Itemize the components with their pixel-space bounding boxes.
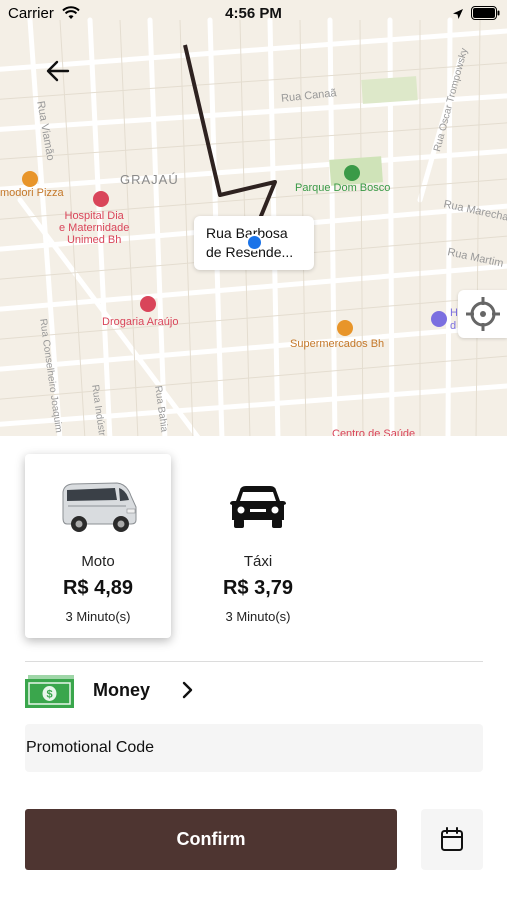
pharmacy-poi-icon: [140, 296, 156, 312]
back-button[interactable]: [40, 56, 76, 86]
restaurant-poi-icon: [22, 171, 38, 187]
map-label-drogaria: Drogaria Araújo: [102, 316, 179, 328]
payment-method-label: Money: [93, 680, 151, 700]
back-arrow-icon: [46, 60, 70, 82]
calendar-icon: [441, 827, 463, 851]
location-pin-icon: [246, 234, 263, 251]
cash-icon: $: [25, 674, 75, 713]
ride-option-moto[interactable]: Moto R$ 4,89 3 Minuto(s): [25, 454, 171, 638]
location-arrow-icon: [452, 7, 464, 25]
map-view[interactable]: Rua Canaã Rua Viamão Rua Oscar Trompowsk…: [0, 0, 507, 436]
map-label-grajau: GRAJAÚ: [120, 172, 179, 187]
map-label-centro: Centro de Saúde: [332, 428, 416, 436]
map-label-edge-d: d: [450, 320, 457, 332]
ride-options: Moto R$ 4,89 3 Minuto(s) Táxi R$ 3,79 3 …: [25, 454, 485, 638]
ride-price: R$ 4,89: [62, 577, 134, 599]
hospital-poi-icon: [93, 191, 109, 207]
ride-name: Moto: [81, 553, 115, 570]
ride-price: R$ 3,79: [222, 577, 294, 599]
map-label-parque: Parque Dom Bosco: [295, 182, 391, 194]
ride-eta: 3 Minuto(s): [225, 609, 291, 624]
map-label-supermercados: Supermercados Bh: [290, 338, 385, 350]
map-label-edge-h: H: [450, 307, 458, 319]
poi-icon: [431, 311, 447, 327]
ride-option-taxi[interactable]: Táxi R$ 3,79 3 Minuto(s): [185, 454, 331, 638]
ride-eta: 3 Minuto(s): [65, 609, 131, 624]
car-icon: [185, 474, 331, 540]
map-label-pizza: modori Pizza: [0, 187, 64, 199]
clock: 4:56 PM: [225, 5, 282, 22]
store-poi-icon: [337, 320, 353, 336]
map-label-hospital: Hospital Dia e Maternidade Unimed Bh: [59, 210, 130, 246]
crosshair-icon: [465, 297, 500, 331]
recenter-button[interactable]: [458, 290, 507, 338]
divider: [25, 661, 483, 662]
chevron-right-icon: [182, 681, 194, 704]
van-icon: [25, 474, 171, 540]
schedule-button[interactable]: [421, 809, 483, 870]
svg-text:$: $: [46, 689, 52, 701]
status-bar: Carrier 4:56 PM: [0, 0, 507, 28]
battery-icon: [471, 6, 500, 25]
promo-code-input[interactable]: [25, 724, 483, 772]
park-poi-icon: [344, 165, 360, 181]
payment-method-row[interactable]: $ Money: [25, 672, 483, 710]
confirm-button[interactable]: Confirm: [25, 809, 397, 870]
ride-name: Táxi: [243, 553, 273, 570]
